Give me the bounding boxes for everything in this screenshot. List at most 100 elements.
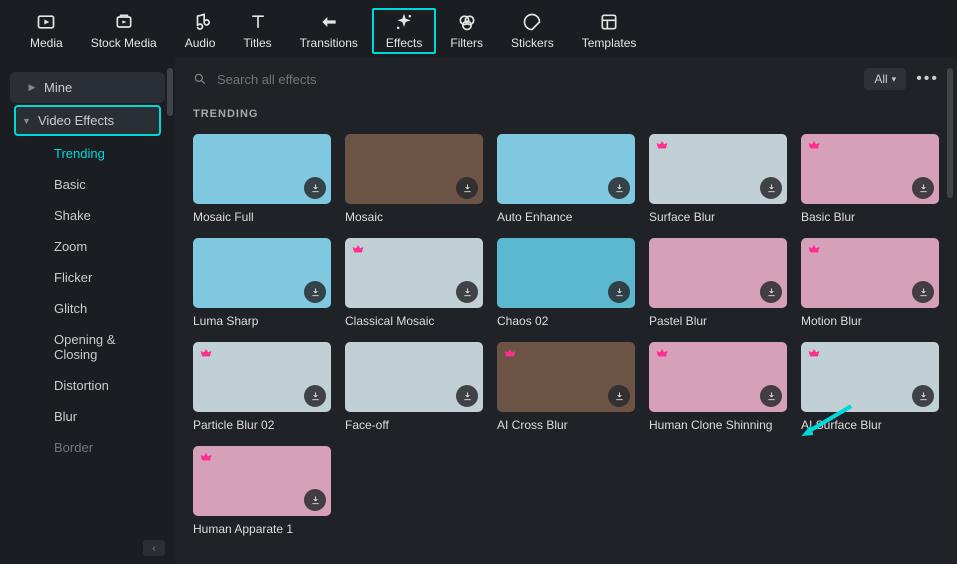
tab-stock-media[interactable]: Stock Media: [77, 8, 171, 54]
download-button[interactable]: [456, 385, 478, 407]
sidebar-sub-basic[interactable]: Basic: [0, 169, 175, 200]
effect-thumbnail: [801, 238, 939, 308]
tab-transitions[interactable]: Transitions: [286, 8, 372, 54]
download-button[interactable]: [760, 385, 782, 407]
download-button[interactable]: [608, 177, 630, 199]
tab-stickers[interactable]: Stickers: [497, 8, 568, 54]
premium-icon: [350, 243, 366, 259]
sidebar-sub-zoom[interactable]: Zoom: [0, 231, 175, 262]
premium-icon: [654, 347, 670, 363]
effect-card[interactable]: Pastel Blur: [649, 238, 787, 328]
effect-label: Face-off: [345, 418, 483, 432]
cat-label: Video Effects: [38, 113, 114, 128]
sidebar-sub-shake[interactable]: Shake: [0, 200, 175, 231]
chevron-left-icon: ‹: [152, 543, 155, 554]
effect-card[interactable]: Basic Blur: [801, 134, 939, 224]
download-button[interactable]: [304, 385, 326, 407]
main: ▶ Mine ▼ Video Effects Trending Basic Sh…: [0, 58, 957, 564]
download-button[interactable]: [456, 281, 478, 303]
effect-card[interactable]: Face-off: [345, 342, 483, 432]
media-icon: [36, 12, 56, 32]
sidebar-sub-border[interactable]: Border: [0, 432, 175, 463]
effect-label: Mosaic: [345, 210, 483, 224]
effect-card[interactable]: AI Cross Blur: [497, 342, 635, 432]
sidebar-scrollbar[interactable]: [167, 68, 173, 116]
effect-card[interactable]: Auto Enhance: [497, 134, 635, 224]
tab-label: Titles: [243, 36, 271, 50]
titles-icon: [248, 12, 268, 32]
top-tabs: Media Stock Media Audio Titles Transitio…: [0, 0, 957, 58]
download-button[interactable]: [304, 281, 326, 303]
effect-label: Auto Enhance: [497, 210, 635, 224]
effect-card[interactable]: Chaos 02: [497, 238, 635, 328]
effect-thumbnail: [801, 342, 939, 412]
effect-card[interactable]: Human Apparate 1: [193, 446, 331, 536]
tab-filters[interactable]: Filters: [436, 8, 497, 54]
download-button[interactable]: [304, 177, 326, 199]
download-button[interactable]: [608, 281, 630, 303]
sidebar-sub-flicker[interactable]: Flicker: [0, 262, 175, 293]
tab-label: Transitions: [300, 36, 358, 50]
effect-card[interactable]: AI Surface Blur: [801, 342, 939, 432]
effect-thumbnail: [193, 446, 331, 516]
cat-label: Mine: [44, 80, 72, 95]
effect-thumbnail: [497, 238, 635, 308]
tab-audio[interactable]: Audio: [171, 8, 230, 54]
effect-label: Pastel Blur: [649, 314, 787, 328]
tab-media[interactable]: Media: [16, 8, 77, 54]
effect-card[interactable]: Classical Mosaic: [345, 238, 483, 328]
sidebar-sub-trending[interactable]: Trending: [0, 138, 175, 169]
download-button[interactable]: [760, 177, 782, 199]
effect-card[interactable]: Human Clone Shinning: [649, 342, 787, 432]
effects-icon: [394, 12, 414, 32]
premium-icon: [502, 347, 518, 363]
effect-label: Motion Blur: [801, 314, 939, 328]
section-title: TRENDING: [193, 108, 939, 120]
effect-label: Human Clone Shinning: [649, 418, 787, 432]
tab-label: Effects: [386, 36, 422, 50]
stock-media-icon: [114, 12, 134, 32]
download-button[interactable]: [912, 385, 934, 407]
filter-label: All: [874, 72, 887, 86]
tab-label: Audio: [185, 36, 216, 50]
sidebar-cat-video-effects[interactable]: ▼ Video Effects: [14, 105, 161, 136]
search-input[interactable]: [217, 72, 854, 87]
tab-titles[interactable]: Titles: [229, 8, 285, 54]
sidebar-sub-distortion[interactable]: Distortion: [0, 370, 175, 401]
download-button[interactable]: [456, 177, 478, 199]
effect-thumbnail: [193, 342, 331, 412]
download-button[interactable]: [912, 177, 934, 199]
premium-icon: [806, 243, 822, 259]
effect-thumbnail: [649, 238, 787, 308]
download-button[interactable]: [304, 489, 326, 511]
effect-label: Chaos 02: [497, 314, 635, 328]
tab-effects[interactable]: Effects: [372, 8, 436, 54]
chevron-right-icon: ▶: [28, 82, 36, 93]
collapse-sidebar-button[interactable]: ‹: [143, 540, 165, 556]
more-button[interactable]: •••: [916, 70, 939, 88]
filter-dropdown[interactable]: All ▾: [864, 68, 906, 90]
sidebar-sub-blur[interactable]: Blur: [0, 401, 175, 432]
download-button[interactable]: [912, 281, 934, 303]
effect-label: Luma Sharp: [193, 314, 331, 328]
effect-card[interactable]: Luma Sharp: [193, 238, 331, 328]
content-scrollbar[interactable]: [947, 68, 953, 198]
effect-card[interactable]: Mosaic: [345, 134, 483, 224]
effect-card[interactable]: Motion Blur: [801, 238, 939, 328]
effect-card[interactable]: Mosaic Full: [193, 134, 331, 224]
premium-icon: [806, 139, 822, 155]
effect-label: Basic Blur: [801, 210, 939, 224]
effect-card[interactable]: Surface Blur: [649, 134, 787, 224]
tab-templates[interactable]: Templates: [568, 8, 651, 54]
download-button[interactable]: [608, 385, 630, 407]
transitions-icon: [319, 12, 339, 32]
sidebar-sub-opening-closing[interactable]: Opening & Closing: [0, 324, 175, 370]
sidebar-cat-mine[interactable]: ▶ Mine: [10, 72, 165, 103]
effect-card[interactable]: Particle Blur 02: [193, 342, 331, 432]
premium-icon: [806, 347, 822, 363]
download-button[interactable]: [760, 281, 782, 303]
premium-icon: [198, 451, 214, 467]
sidebar-sub-glitch[interactable]: Glitch: [0, 293, 175, 324]
tab-label: Media: [30, 36, 63, 50]
effect-thumbnail: [345, 342, 483, 412]
